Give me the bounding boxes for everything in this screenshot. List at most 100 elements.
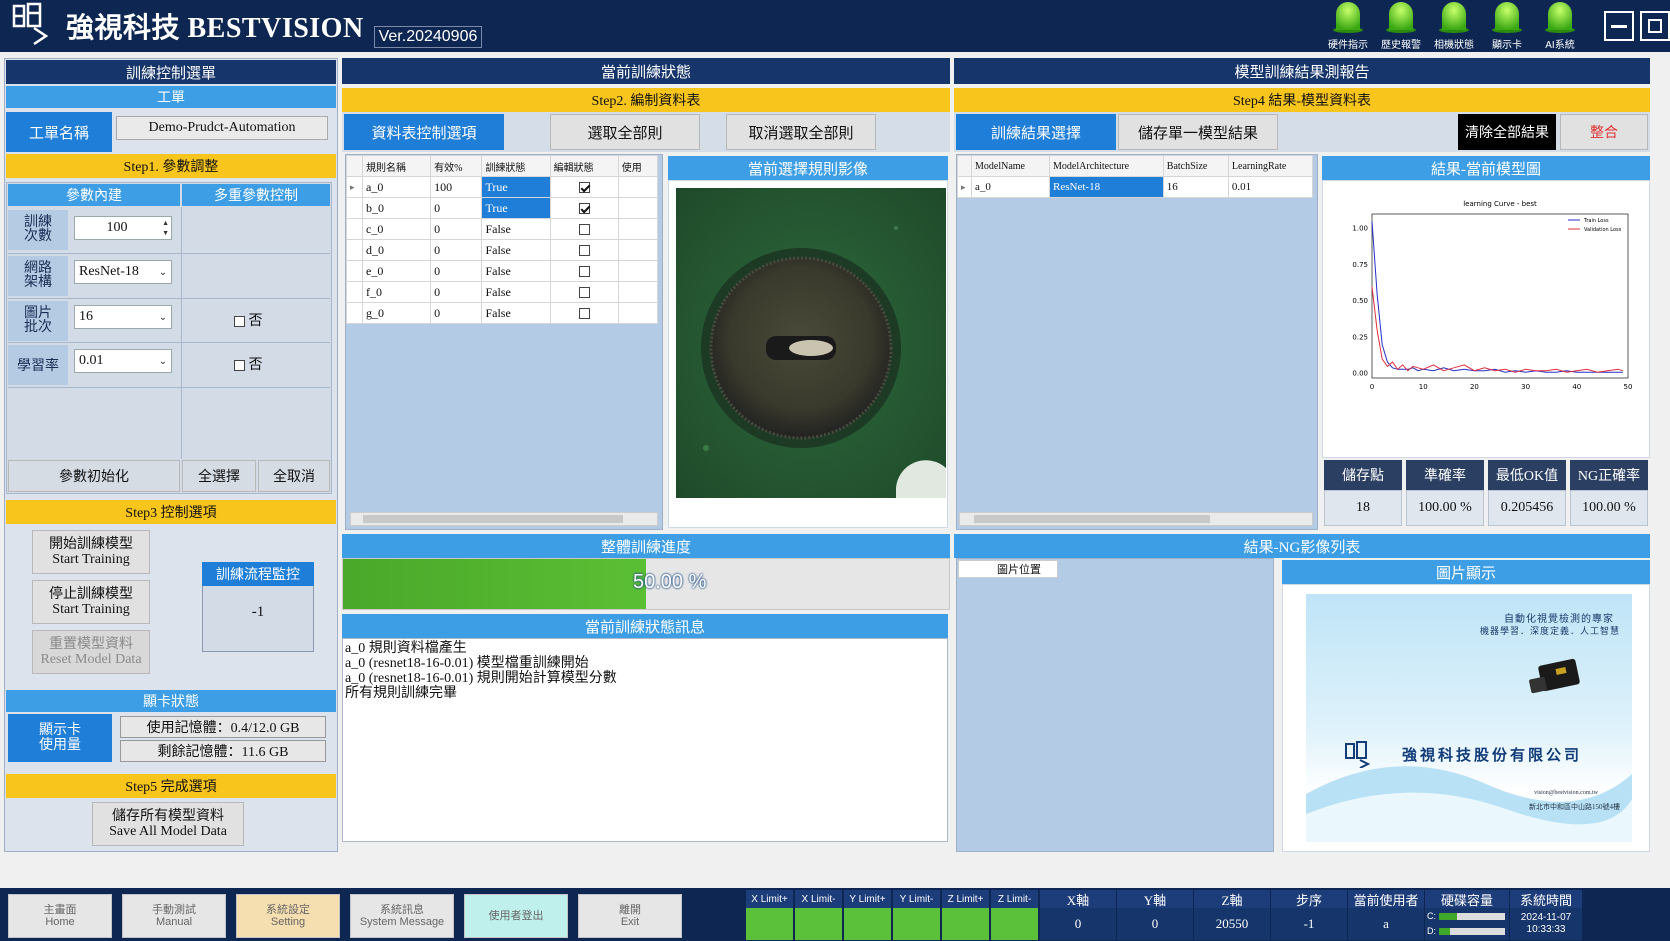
edit-checkbox[interactable]	[549, 197, 619, 219]
cell-batch-size[interactable]: 16	[1162, 176, 1229, 198]
cancel-all-button[interactable]: 全取消	[258, 460, 330, 492]
cell-rule-name[interactable]: e_0	[361, 260, 432, 282]
cell-train-status[interactable]: False	[481, 218, 551, 240]
start-training-button[interactable]: 開始訓練模型 Start Training	[32, 530, 150, 574]
col-use[interactable]: 使用	[617, 155, 659, 177]
tab-training-result[interactable]: 訓練結果選擇	[956, 114, 1116, 150]
edit-checkbox[interactable]	[549, 218, 619, 240]
maximize-button[interactable]	[1640, 11, 1670, 41]
ng-col-image-position[interactable]: 圖片位置	[958, 560, 1058, 578]
epochs-label: 訓練 次數	[8, 210, 68, 250]
status-lamp[interactable]: 顯示卡	[1479, 0, 1535, 51]
results-table-panel: ModelName ModelArchitecture BatchSize Learn…	[956, 154, 1318, 530]
status-lamp[interactable]: AI系統	[1532, 0, 1588, 51]
col-train-status[interactable]: 訓練狀態	[481, 155, 551, 177]
cell-use[interactable]	[617, 218, 659, 240]
cell-valid[interactable]: 0	[430, 197, 483, 219]
stepper-arrows-icon[interactable]: ▲ ▼	[162, 218, 169, 238]
cell-valid[interactable]: 100	[430, 176, 483, 198]
footer-nav-button[interactable]: 使用者登出	[464, 894, 568, 938]
table-row[interactable]: d_0 0 False	[346, 239, 659, 261]
cell-learning-rate[interactable]: 0.01	[1227, 176, 1314, 198]
footer-nav-button[interactable]: 主畫面 Home	[8, 894, 112, 938]
work-name-field[interactable]: Demo-Prudct-Automation	[116, 116, 328, 140]
clear-all-results-button[interactable]: 清除全部結果	[1458, 114, 1556, 150]
save-all-models-button[interactable]: 儲存所有模型資料 Save All Model Data	[92, 802, 244, 846]
cell-model-name[interactable]: a_0	[970, 176, 1051, 198]
col-model-arch[interactable]: ModelArchitecture	[1049, 155, 1164, 177]
table-row[interactable]: b_0 0 True	[346, 197, 659, 219]
results-horizontal-scrollbar[interactable]	[959, 512, 1313, 526]
table-row[interactable]: g_0 0 False	[346, 302, 659, 324]
table-row[interactable]: f_0 0 False	[346, 281, 659, 303]
edit-checkbox[interactable]	[549, 239, 619, 261]
cell-rule-name[interactable]: c_0	[361, 218, 432, 240]
cell-rule-name[interactable]: g_0	[361, 302, 432, 324]
network-select[interactable]: ResNet-18 ⌄	[74, 260, 172, 284]
col-valid[interactable]: 有效%	[430, 155, 483, 177]
stop-training-button[interactable]: 停止訓練模型 Start Training	[32, 580, 150, 624]
table-row[interactable]: c_0 0 False	[346, 218, 659, 240]
reset-model-button[interactable]: 重置模型資料 Reset Model Data	[32, 630, 150, 674]
cell-rule-name[interactable]: d_0	[361, 239, 432, 261]
footer-nav-button[interactable]: 手動測試 Manual	[122, 894, 226, 938]
cell-train-status[interactable]: False	[481, 302, 551, 324]
cell-valid[interactable]: 0	[430, 218, 483, 240]
table-row[interactable]: ▸ a_0 100 True	[346, 176, 659, 198]
cell-train-status[interactable]: False	[481, 281, 551, 303]
status-lamp[interactable]: 硬件指示	[1320, 0, 1376, 51]
cell-valid[interactable]: 0	[430, 302, 483, 324]
footer-nav-button[interactable]: 系統訊息 System Message	[350, 894, 454, 938]
cell-valid[interactable]: 0	[430, 239, 483, 261]
limit-indicator-lamp	[746, 908, 793, 940]
cell-use[interactable]	[617, 260, 659, 282]
merge-button[interactable]: 整合	[1560, 114, 1648, 150]
lr-select[interactable]: 0.01 ⌄	[74, 349, 172, 373]
edit-checkbox[interactable]	[549, 260, 619, 282]
cell-rule-name[interactable]: b_0	[361, 197, 432, 219]
batch-select[interactable]: 16 ⌄	[74, 305, 172, 329]
col-batch-size[interactable]: BatchSize	[1162, 155, 1229, 177]
col-learning-rate[interactable]: LearningRate	[1227, 155, 1314, 177]
cell-train-status[interactable]: True	[481, 176, 551, 198]
footer-nav-button[interactable]: 系統設定 Setting	[236, 894, 340, 938]
footer-nav-label-zh: 離開	[619, 904, 641, 916]
cell-use[interactable]	[617, 197, 659, 219]
deselect-all-rules-button[interactable]: 取消選取全部則	[726, 114, 876, 150]
cell-valid[interactable]: 0	[430, 281, 483, 303]
save-single-model-button[interactable]: 儲存單一模型結果	[1118, 114, 1278, 150]
col-edit-status[interactable]: 編輯狀態	[549, 155, 619, 177]
col-rule-name[interactable]: 規則名稱	[361, 155, 432, 177]
edit-checkbox[interactable]	[549, 281, 619, 303]
select-all-button[interactable]: 全選擇	[182, 460, 256, 492]
cell-rule-name[interactable]: a_0	[361, 176, 432, 198]
batch-multi-checkbox[interactable]: 否	[234, 310, 263, 330]
cell-model-arch[interactable]: ResNet-18	[1049, 176, 1164, 198]
status-lamp[interactable]: 相機狀態	[1426, 0, 1482, 51]
minimize-button[interactable]	[1604, 11, 1634, 41]
cell-use[interactable]	[617, 176, 659, 198]
cell-train-status[interactable]: False	[481, 239, 551, 261]
footer-nav-button[interactable]: 離開 Exit	[578, 894, 682, 938]
cell-use[interactable]	[617, 281, 659, 303]
cell-rule-name[interactable]: f_0	[361, 281, 432, 303]
col-model-name[interactable]: ModelName	[970, 155, 1051, 177]
table-row[interactable]: ▸ a_0 ResNet-18 16 0.01	[957, 176, 1314, 198]
lr-multi-checkbox[interactable]: 否	[234, 354, 263, 374]
edit-checkbox[interactable]	[549, 176, 619, 198]
table-horizontal-scrollbar[interactable]	[350, 512, 658, 526]
stat-header: 準確率	[1406, 460, 1484, 490]
cell-use[interactable]	[617, 239, 659, 261]
select-all-rules-button[interactable]: 選取全部則	[550, 114, 700, 150]
cell-train-status[interactable]: True	[481, 197, 551, 219]
edit-checkbox[interactable]	[549, 302, 619, 324]
cell-train-status[interactable]: False	[481, 260, 551, 282]
cell-valid[interactable]: 0	[430, 260, 483, 282]
footer-nav-label-zh: 使用者登出	[488, 910, 544, 922]
table-row[interactable]: e_0 0 False	[346, 260, 659, 282]
tab-table-control[interactable]: 資料表控制選項	[344, 114, 504, 150]
epochs-stepper[interactable]: 100 ▲ ▼	[74, 216, 172, 240]
status-lamp[interactable]: 歷史報警	[1373, 0, 1429, 51]
param-init-button[interactable]: 參數初始化	[8, 460, 180, 492]
cell-use[interactable]	[617, 302, 659, 324]
